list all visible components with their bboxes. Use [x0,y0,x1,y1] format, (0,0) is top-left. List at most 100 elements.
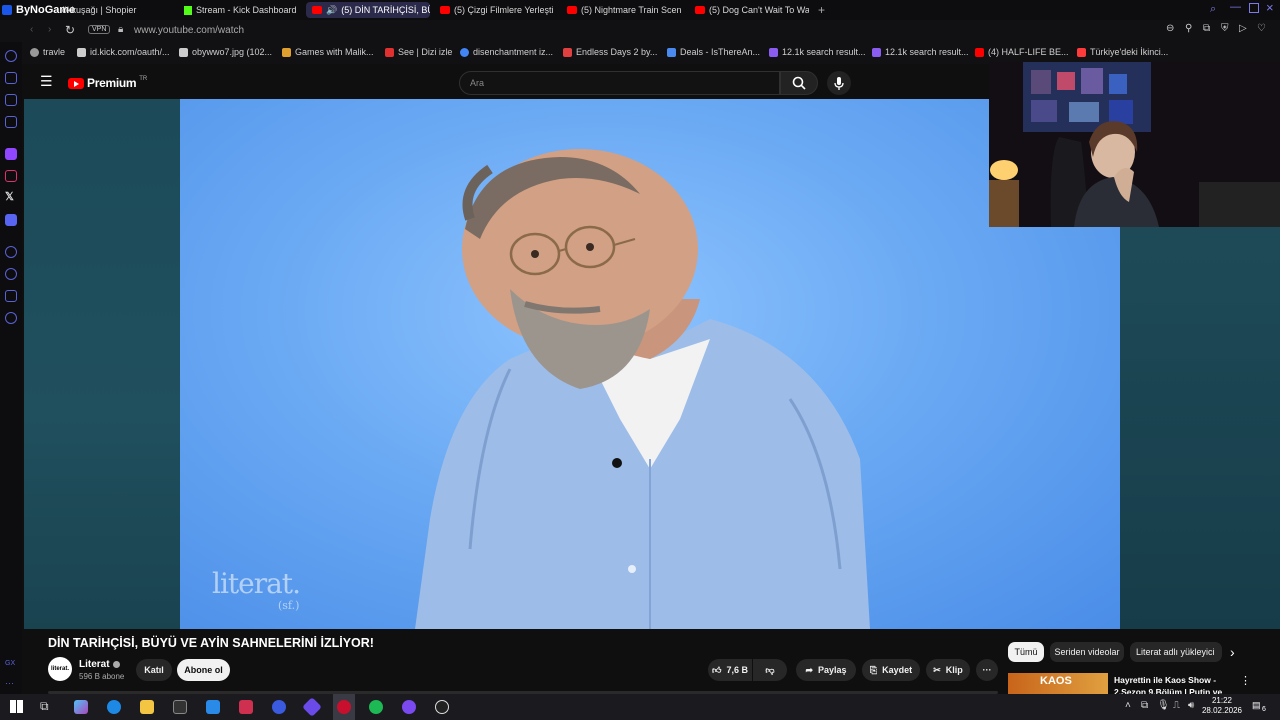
chip-uploader[interactable]: Literat adlı yükleyici [1130,642,1222,662]
save-button[interactable]: ⎘ Kaydet [862,659,920,681]
mail-icon[interactable] [206,700,220,714]
app-icon[interactable] [272,700,286,714]
dislike-button[interactable]: 👎︎ [753,659,787,681]
forward-icon[interactable]: › [48,24,51,35]
video-frame[interactable]: literat. (sf.) [180,99,1120,629]
microphone-icon[interactable]: 🎙︎ [1157,700,1170,711]
chevron-up-icon[interactable]: ˄ [1125,700,1131,711]
close-icon[interactable]: × [1266,0,1274,15]
store-icon[interactable] [173,700,187,714]
bookmark-item[interactable]: (4) HALF-LIFE BE... [975,47,1069,57]
x-twitter-icon[interactable]: 𝕏 [5,190,14,203]
tab-label: ökkuşağı | Shopier [62,5,137,15]
bookmark-item[interactable]: Türkiye'deki İkinci... [1077,47,1168,57]
like-button[interactable]: 👍︎ 7,6 B [708,659,752,681]
chevron-right-icon[interactable]: › [1230,644,1235,660]
app-icon[interactable] [239,700,253,714]
next-video-title[interactable]: Hayrettin ile Kaos Show - 2.Sezon 9.Bölü… [1114,674,1226,694]
settings-icon[interactable] [5,312,17,324]
clip-button[interactable]: ✂ Klip [926,659,970,681]
bookmark-item[interactable]: id.kick.com/oauth/... [77,47,170,57]
tab-shopier[interactable]: ökkuşağı | Shopier [62,2,162,18]
search-tabs-icon[interactable]: ⌕ [1210,3,1216,16]
page-icon [77,47,86,57]
clock-icon[interactable] [5,268,17,280]
heart-icon[interactable]: ♡ [1257,23,1266,34]
tray-icon[interactable]: ⧉ [1141,700,1148,711]
channel-name[interactable]: Literat [79,659,120,670]
bookmark-item[interactable]: Games with Malik... [282,47,374,57]
url-field[interactable]: www.youtube.com/watch [134,25,244,36]
cube-icon[interactable] [5,290,17,302]
clock[interactable]: 21:22 28.02.2026 [1200,696,1244,716]
maximize-icon[interactable] [1249,3,1259,13]
chip-all[interactable]: Tümü [1008,642,1044,662]
voice-search-button[interactable] [827,71,851,95]
gamepad-icon[interactable] [5,94,17,106]
next-video-thumbnail[interactable]: KAOS [1008,673,1108,694]
minimize-icon[interactable]: — [1230,1,1241,13]
spotify-icon[interactable] [369,700,383,714]
opera-gx-icon[interactable] [337,700,351,714]
file-explorer-icon[interactable] [140,700,154,714]
bookmark-item[interactable]: See | Dizi izle [385,47,452,57]
browser-tab-bar: ByNoGame ökkuşağı | Shopier Stream - Kic… [0,0,1280,20]
bookmark-item[interactable]: travle [30,47,65,57]
messenger-icon[interactable] [5,116,17,128]
chip-series[interactable]: Seriden videolar [1050,642,1124,662]
search-input[interactable]: Ara [459,71,780,95]
bookmark-item[interactable]: Deals - IsThereAn... [667,47,760,57]
new-tab-button[interactable]: + [818,2,825,18]
network-icon[interactable]: ⎍ [1173,700,1180,711]
back-icon[interactable]: ‹ [30,24,33,35]
app-icon[interactable] [402,700,416,714]
thumbnail-text: KAOS [1040,675,1072,687]
share-button[interactable]: ➦ Paylaş [796,659,856,681]
reload-icon[interactable]: ↻ [65,23,75,37]
task-view-icon[interactable]: ⧉ [40,699,49,714]
copilot-icon[interactable] [74,700,88,714]
twitch-icon[interactable] [5,148,17,160]
discord-icon[interactable] [5,214,17,226]
tab-dog-video[interactable]: (5) Dog Can't Wait To Wak [695,2,809,18]
shield-icon[interactable]: ⛨ [1221,23,1229,34]
notification-icon[interactable]: ▤ [1252,700,1261,711]
vpn-badge[interactable]: VPN [88,25,111,34]
more-actions-button[interactable]: ··· [976,659,998,681]
obs-icon[interactable] [435,700,449,714]
bookmark-item[interactable]: Endless Days 2 by... [563,47,657,57]
video-player[interactable]: literat. (sf.) [24,99,1120,629]
menu-icon[interactable]: ☰ [40,73,53,90]
more-icon[interactable]: ··· [5,678,14,688]
screenshot-icon[interactable]: ⧉ [1203,23,1210,34]
subscribe-button[interactable]: Abone ol [177,659,230,681]
volume-icon[interactable]: 🔊︎ [1188,700,1194,711]
more-vertical-icon[interactable]: ⋮ [1240,674,1251,687]
pin-icon[interactable]: ⚲ [1185,23,1192,34]
tab-kick-dashboard[interactable]: Stream - Kick Dashboard [184,2,302,18]
bookmark-label: See | Dizi izle [398,47,453,57]
tab-nightmare-train[interactable]: (5) Nightmare Train Scena [567,2,681,18]
zoom-icon[interactable]: ⊖ [1166,23,1174,34]
join-button[interactable]: Katıl [136,659,172,681]
bag-icon[interactable] [5,72,17,84]
youtube-logo[interactable]: Premium TR [68,76,147,90]
player-icon[interactable]: ▷ [1239,23,1247,34]
app-icon[interactable] [302,697,322,717]
tab-active-video[interactable]: 🔊 (5) DİN TARİHÇİSİ, BÜ [306,2,430,18]
edge-icon[interactable] [107,700,121,714]
bookmark-item[interactable]: disenchantment iz... [460,47,553,57]
gx-icon[interactable]: GX [5,660,15,667]
channel-avatar[interactable]: literat. [48,657,72,681]
instagram-icon[interactable] [5,170,17,182]
bookmark-item[interactable]: 12.1k search result... [872,47,969,57]
windows-start-icon[interactable] [10,700,23,713]
player-icon[interactable] [5,246,17,258]
lock-icon[interactable]: 🔒︎ [118,24,123,35]
tab-cizgi-filmler[interactable]: (5) Çizgi Filmlere Yerleştir [440,2,554,18]
chip-label: Tümü [1014,647,1038,657]
search-button[interactable] [780,71,818,95]
bookmark-item[interactable]: 12.1k search result... [769,47,866,57]
bookmark-item[interactable]: obywwo7.jpg (102... [179,47,272,57]
history-icon[interactable] [5,50,17,62]
